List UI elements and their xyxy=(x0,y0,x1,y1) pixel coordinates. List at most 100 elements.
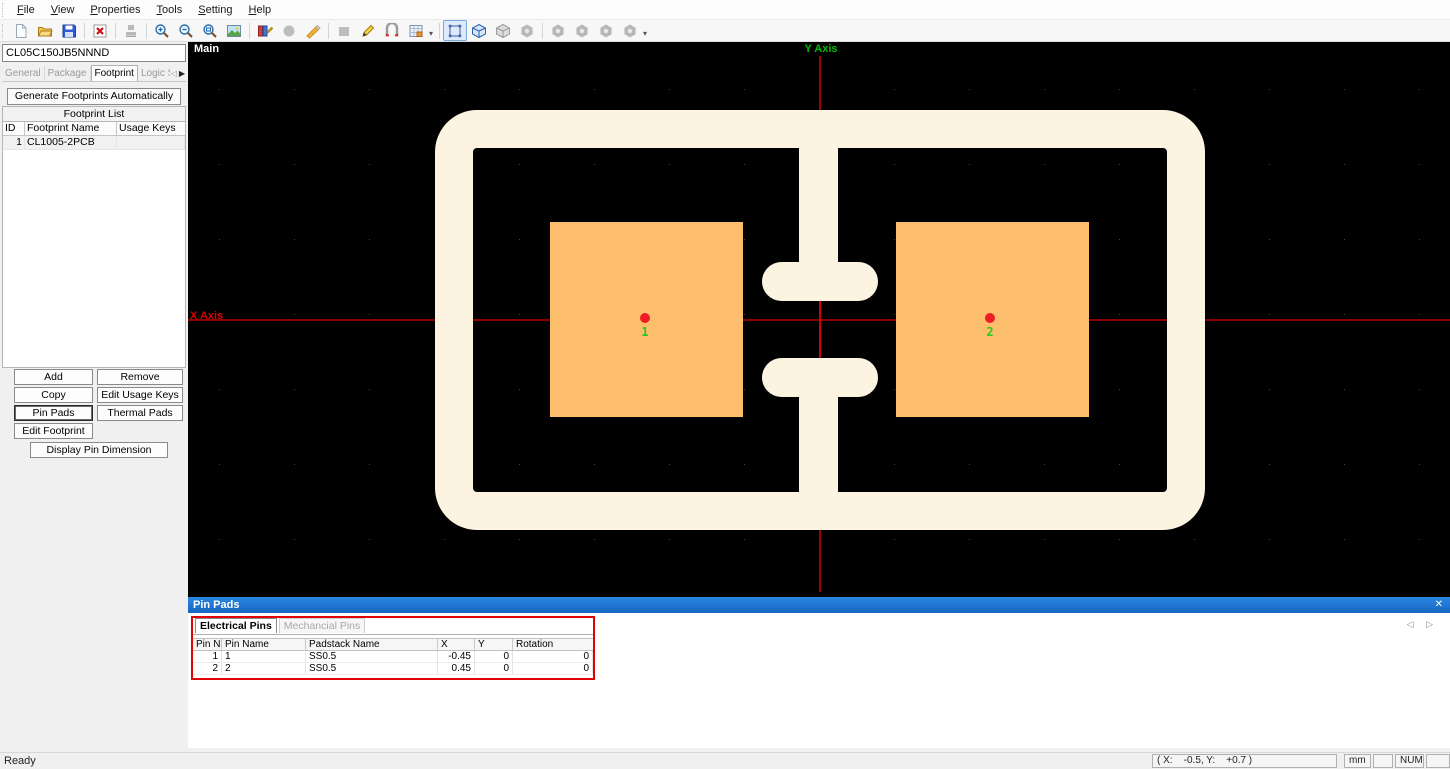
nut-icon xyxy=(574,23,590,39)
remove-button[interactable]: Remove xyxy=(97,369,183,385)
cube-view-disabled-button xyxy=(491,20,515,41)
dialog-title: Pin Pads xyxy=(193,599,239,611)
silkscreen-bottom-capsule xyxy=(762,358,878,397)
menu-view[interactable]: View xyxy=(43,2,83,18)
padstack-name-cell: SS0.5 xyxy=(306,663,438,674)
nut-icon xyxy=(598,23,614,39)
pin-pads-dialog: Pin Pads ✕ Electrical Pins Mechancial Pi… xyxy=(188,597,1450,748)
units-indicator: mm xyxy=(1344,754,1371,768)
tab-footprint[interactable]: Footprint xyxy=(91,65,138,81)
delete-icon xyxy=(92,23,108,39)
dropdown-arrow-icon[interactable]: ▾ xyxy=(429,29,433,38)
footprint-list-title: Footprint List xyxy=(3,107,185,122)
zoom-area-button[interactable] xyxy=(198,20,222,41)
footprint-name-cell: CL1005-2PCB xyxy=(25,136,117,149)
footprint-table-row[interactable]: 1 CL1005-2PCB xyxy=(3,136,185,150)
silkscreen-top-stem xyxy=(799,137,838,264)
fit-view-button[interactable] xyxy=(222,20,246,41)
pin-rotation-cell: 0 xyxy=(513,651,593,662)
part-number-input[interactable] xyxy=(2,44,186,62)
generate-footprints-button[interactable]: Generate Footprints Automatically xyxy=(7,88,181,105)
column-header-y: Y xyxy=(475,639,513,650)
dialog-tab-scroll-icons[interactable]: ◁ ▷ xyxy=(1407,619,1438,630)
pin-table-row[interactable]: 1 1 SS0.5 -0.45 0 0 xyxy=(193,651,593,663)
column-header-x: X xyxy=(438,639,475,650)
tab-electrical-pins[interactable]: Electrical Pins xyxy=(195,618,277,633)
footprint-id-cell: 1 xyxy=(3,136,25,149)
main-toolbar: ▾ ▾ xyxy=(0,20,1450,42)
dialog-title-bar[interactable]: Pin Pads ✕ xyxy=(188,597,1450,613)
menu-properties[interactable]: Properties xyxy=(82,2,148,18)
toolbar-separator xyxy=(328,23,329,39)
edit-pencil-button[interactable] xyxy=(356,20,380,41)
zoom-out-button[interactable] xyxy=(174,20,198,41)
pin-pads-button[interactable]: Pin Pads xyxy=(14,405,93,421)
delete-button[interactable] xyxy=(88,20,112,41)
thermal-pads-button[interactable]: Thermal Pads xyxy=(97,405,183,421)
library-config-button[interactable] xyxy=(253,20,277,41)
zoom-in-button[interactable] xyxy=(150,20,174,41)
pad-1-origin-dot xyxy=(640,313,650,323)
pin-x-cell: 0.45 xyxy=(438,663,475,674)
menu-help[interactable]: Help xyxy=(241,2,280,18)
tab-scroll-left-icon[interactable]: ◁ xyxy=(170,66,178,81)
left-panel-tabs: General Package Footprint Logic S ◁ ▶ xyxy=(2,64,186,82)
highlight-pen-icon xyxy=(305,23,321,39)
tab-logic-symbol[interactable]: Logic S xyxy=(138,66,170,81)
pad-2-origin-dot xyxy=(985,313,995,323)
tab-general[interactable]: General xyxy=(2,66,45,81)
column-header-id: ID xyxy=(3,122,25,135)
toolbar-separator xyxy=(249,23,250,39)
pin-y-cell: 0 xyxy=(475,651,513,662)
nut-tool-button xyxy=(618,20,642,41)
copy-button[interactable]: Copy xyxy=(14,387,93,403)
tab-package[interactable]: Package xyxy=(45,66,91,81)
pin-no-cell: 1 xyxy=(193,651,222,662)
tab-scroll-right-icon[interactable]: ▶ xyxy=(178,66,186,81)
pcb-canvas[interactable]: 1 2 Main Y Axis X Axis xyxy=(188,42,1450,597)
nut-icon xyxy=(550,23,566,39)
save-icon xyxy=(61,23,77,39)
toolbar-separator xyxy=(115,23,116,39)
open-folder-icon xyxy=(37,23,53,39)
stamp-icon xyxy=(123,23,139,39)
dialog-tabs: Electrical Pins Mechancial Pins xyxy=(195,618,365,634)
clamp-tool-button[interactable] xyxy=(380,20,404,41)
edit-usage-keys-button[interactable]: Edit Usage Keys xyxy=(97,387,183,403)
status-panel-empty xyxy=(1373,754,1393,768)
sheet-grid-button[interactable] xyxy=(404,20,428,41)
nut-tool-button xyxy=(570,20,594,41)
highlight-pen-button[interactable] xyxy=(301,20,325,41)
footprint-list[interactable]: Footprint List ID Footprint Name Usage K… xyxy=(2,106,186,368)
add-button[interactable]: Add xyxy=(14,369,93,385)
menu-setting[interactable]: Setting xyxy=(190,2,240,18)
outline-view-button[interactable] xyxy=(443,20,467,41)
save-button[interactable] xyxy=(57,20,81,41)
cube-view-button[interactable] xyxy=(467,20,491,41)
view-title: Main xyxy=(194,43,219,55)
pad-2-number: 2 xyxy=(983,325,997,339)
pad-1-number: 1 xyxy=(638,325,652,339)
column-header-rotation: Rotation xyxy=(513,639,593,650)
pin-name-cell: 2 xyxy=(222,663,306,674)
dropdown-arrow-icon[interactable]: ▾ xyxy=(643,29,647,38)
close-icon[interactable]: ✕ xyxy=(1435,599,1443,610)
menu-tools[interactable]: Tools xyxy=(149,2,191,18)
zoom-area-icon xyxy=(202,23,218,39)
new-file-button[interactable] xyxy=(9,20,33,41)
pin-table-row[interactable]: 2 2 SS0.5 0.45 0 0 xyxy=(193,663,593,675)
fit-image-icon xyxy=(226,23,242,39)
column-header-footprint-name: Footprint Name xyxy=(25,122,117,135)
application-window: File View Properties Tools Setting Help … xyxy=(0,0,1450,769)
open-file-button[interactable] xyxy=(33,20,57,41)
y-axis-label: Y Axis xyxy=(795,43,847,55)
display-pin-dimension-button[interactable]: Display Pin Dimension xyxy=(30,442,168,458)
toolbar-separator xyxy=(146,23,147,39)
status-message: Ready xyxy=(4,755,36,767)
pin-table: Pin No Pin Name Padstack Name X Y Rotati… xyxy=(193,638,593,675)
new-file-icon xyxy=(13,23,29,39)
edit-footprint-button[interactable]: Edit Footprint xyxy=(14,423,93,439)
menu-file[interactable]: File xyxy=(9,2,43,18)
footprint-usage-keys-cell xyxy=(117,136,185,149)
tab-mechanical-pins[interactable]: Mechancial Pins xyxy=(279,618,365,633)
